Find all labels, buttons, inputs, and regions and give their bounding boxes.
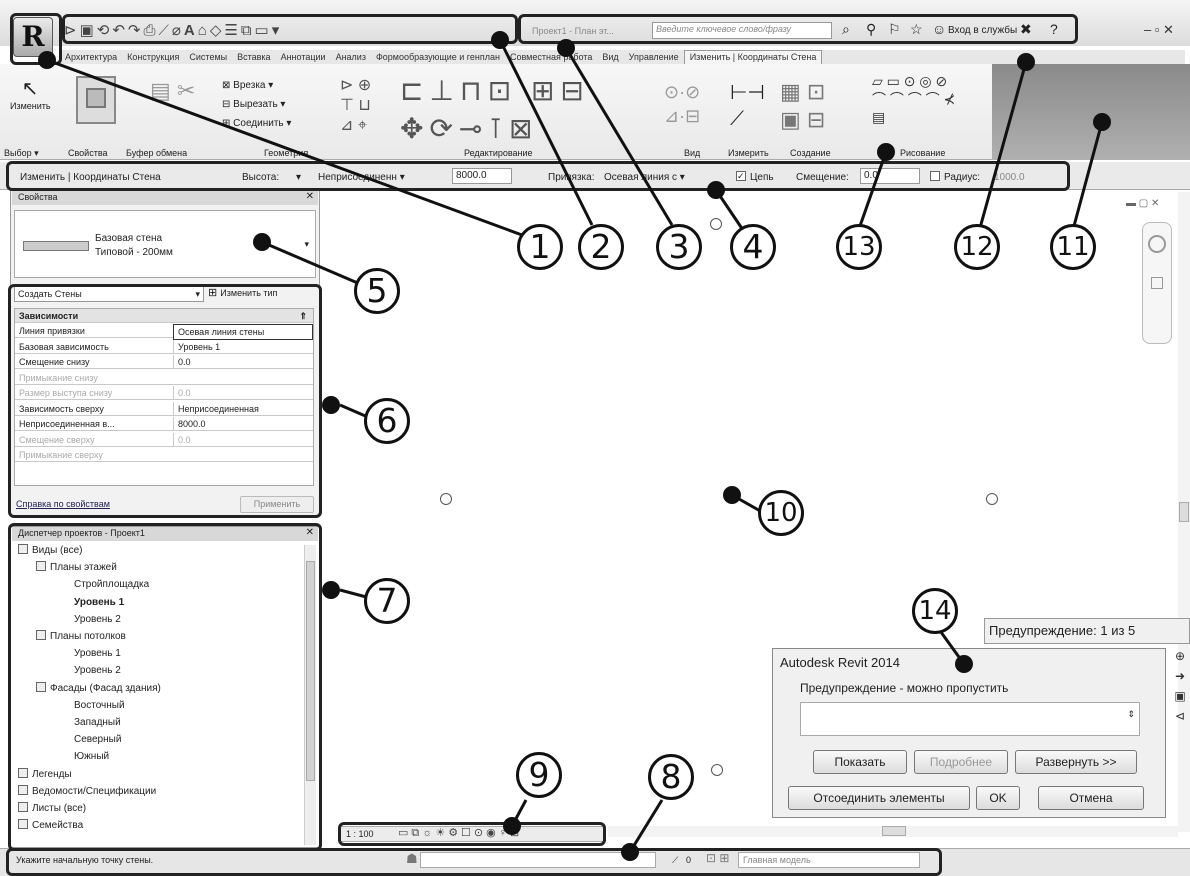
callout-6: 6: [364, 398, 410, 444]
callout-anchor-6: [322, 396, 340, 414]
callout-8: 8: [648, 754, 694, 800]
callout-5: 5: [354, 268, 400, 314]
callout-14: 14: [912, 588, 958, 634]
callout-anchor-2: [491, 31, 509, 49]
callout-9: 9: [516, 752, 562, 798]
callout-anchor-9: [503, 817, 521, 835]
callout-2: 2: [578, 224, 624, 270]
callout-anchor-10: [723, 486, 741, 504]
callout-1: 1: [517, 224, 563, 270]
callout-13: 13: [836, 224, 882, 270]
callout-anchor-5: [253, 233, 271, 251]
callout-anchor-1: [38, 51, 56, 69]
callout-11: 11: [1050, 224, 1096, 270]
callout-anchor-7: [322, 581, 340, 599]
callout-12: 12: [954, 224, 1000, 270]
callout-4: 4: [730, 224, 776, 270]
callout-anchor-4: [707, 181, 725, 199]
callout-anchor-8: [621, 843, 639, 861]
callout-anchor-13: [877, 143, 895, 161]
callout-anchor-14: [955, 655, 973, 673]
leader-lines: [46, 39, 1104, 853]
callout-10: 10: [758, 490, 804, 536]
callout-7: 7: [364, 578, 410, 624]
callout-anchor-12: [1017, 53, 1035, 71]
callout-anchor-3: [557, 39, 575, 57]
callout-3: 3: [656, 224, 702, 270]
callout-anchor-11: [1093, 113, 1111, 131]
